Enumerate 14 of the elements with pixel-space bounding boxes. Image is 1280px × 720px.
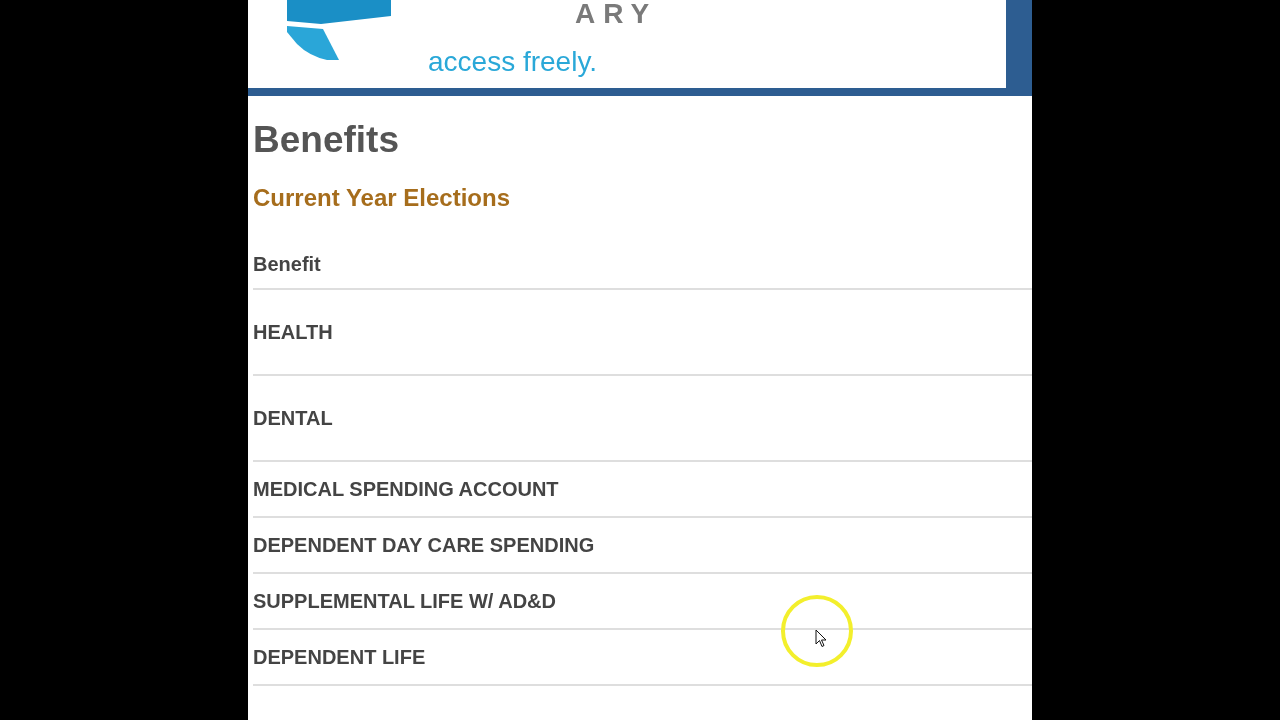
table-cell: DENTAL [253, 406, 333, 431]
logo-text: ARY [575, 0, 658, 28]
table-cell: SUPPLEMENTAL LIFE W/ AD&D [253, 589, 556, 614]
page-title: Benefits [253, 118, 400, 162]
table-cell: HEALTH [253, 320, 333, 345]
table-cell: MEDICAL SPENDING ACCOUNT [253, 477, 559, 502]
logo-tagline: access freely. [428, 48, 599, 76]
logo-icon [287, 0, 391, 60]
mouse-pointer-icon [815, 629, 827, 648]
cursor-highlight-icon [780, 594, 854, 668]
table-cell: DEPENDENT LIFE [253, 645, 426, 670]
column-header: Benefit [253, 252, 321, 277]
section-title: Current Year Elections [253, 184, 511, 214]
table-cell: DEPENDENT DAY CARE SPENDING [253, 533, 595, 558]
